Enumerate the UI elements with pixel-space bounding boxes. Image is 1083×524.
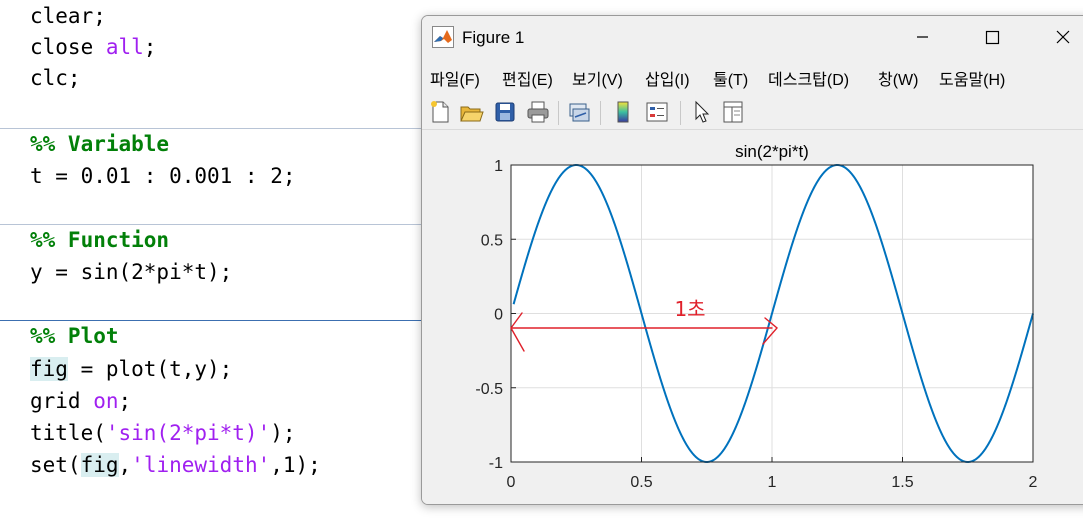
y-assignment: y = sin(2*pi*t);: [30, 260, 233, 284]
figure-titlebar[interactable]: Figure 1: [422, 16, 1083, 60]
fig-variable-highlight: fig: [30, 357, 68, 381]
y-tick-label: 0: [494, 307, 503, 324]
link-plot-icon: [569, 103, 590, 122]
toolbar-separator: [558, 101, 559, 125]
menu-view[interactable]: 보기(V): [572, 66, 623, 90]
section-header-function: %% Function: [30, 228, 170, 252]
set-call: set(: [30, 453, 81, 477]
maximize-icon: [985, 30, 1000, 45]
section-header-variable: %% Variable: [30, 132, 170, 156]
clear-statement: clear;: [30, 4, 106, 28]
menu-tools[interactable]: 툴(T): [713, 66, 748, 90]
sine-plot-svg[interactable]: sin(2*pi*t) 0 0.5 1 1.5 2 1 0.5 0 -0.5 -1 1초: [422, 130, 1083, 504]
close-icon: [1056, 30, 1070, 44]
figure-window[interactable]: Figure 1 파일(F) 편집(E) 보기(V) 삽입(I) 툴(T) 데스…: [421, 15, 1083, 505]
title-close: );: [270, 421, 296, 445]
print-button[interactable]: [525, 99, 551, 125]
open-file-icon: [460, 106, 484, 122]
set-comma: ,: [118, 453, 132, 477]
code-line-section-variable[interactable]: %% Variable: [30, 129, 169, 159]
minimize-icon: [917, 36, 928, 38]
chart-title: sin(2*pi*t): [735, 142, 809, 161]
minimize-button[interactable]: [902, 22, 942, 52]
linewidth-string-arg: 'linewidth': [131, 453, 271, 477]
menu-window[interactable]: 창(W): [878, 66, 918, 90]
x-tick-label: 2: [1029, 474, 1038, 491]
close-statement: close: [30, 35, 106, 59]
legend-button[interactable]: [644, 99, 670, 125]
x-tick-labels: 0 0.5 1 1.5 2: [507, 474, 1038, 491]
code-line-set[interactable]: set(fig,'linewidth',1);: [30, 450, 321, 480]
matlab-logo-icon: [432, 26, 454, 48]
code-line-close[interactable]: close all;: [30, 32, 156, 62]
save-button[interactable]: [492, 99, 518, 125]
x-tick-label: 1: [768, 474, 777, 491]
grid-call: grid: [30, 389, 94, 413]
period-annotation-label: 1초: [674, 297, 705, 321]
figure-toolbar: [422, 95, 1083, 130]
pointer-icon: [695, 100, 710, 123]
code-line-section-function[interactable]: %% Function: [30, 225, 169, 255]
y-tick-label: 1: [494, 158, 503, 175]
code-line-clc[interactable]: clc;: [30, 63, 81, 93]
set-close: ,1);: [270, 453, 321, 477]
property-editor-button[interactable]: [720, 99, 746, 125]
menu-help[interactable]: 도움말(H): [939, 66, 1005, 90]
code-line-title[interactable]: title('sin(2*pi*t)');: [30, 418, 296, 448]
x-tick-label: 1.5: [891, 474, 913, 491]
y-tick-labels: 1 0.5 0 -0.5 -1: [475, 158, 503, 472]
menu-file[interactable]: 파일(F): [430, 66, 480, 90]
menu-insert[interactable]: 삽입(I): [645, 66, 690, 90]
new-figure-icon: [431, 101, 449, 123]
code-line-clear[interactable]: clear;: [30, 1, 106, 31]
grid-keyword-arg: on: [93, 389, 119, 413]
code-line-fig-plot[interactable]: fig = plot(t,y);: [30, 354, 232, 384]
plot-call: = plot(t,y);: [67, 357, 233, 381]
code-line-y-assign[interactable]: y = sin(2*pi*t);: [30, 257, 232, 287]
figure-menubar: 파일(F) 편집(E) 보기(V) 삽입(I) 툴(T) 데스크탑(D) 창(W…: [422, 63, 1083, 91]
maximize-button[interactable]: [972, 22, 1012, 52]
legend-icon: [646, 102, 668, 122]
x-tick-label: 0: [507, 474, 516, 491]
section-header-plot: %% Plot: [30, 324, 119, 348]
colorbar-icon: [617, 101, 629, 123]
toolbar-separator: [680, 101, 681, 125]
save-icon: [495, 102, 515, 122]
title-string-arg: 'sin(2*pi*t)': [105, 421, 271, 445]
code-line-grid[interactable]: grid on;: [30, 386, 131, 416]
y-tick-label: -1: [489, 455, 503, 472]
property-editor-icon: [723, 101, 743, 123]
print-icon: [527, 101, 549, 123]
x-tick-label: 0.5: [630, 474, 652, 491]
y-tick-label: -0.5: [475, 381, 503, 398]
y-tick-label: 0.5: [481, 232, 503, 249]
link-plot-button[interactable]: [566, 99, 592, 125]
close-button[interactable]: [1043, 22, 1083, 52]
figure-window-title: Figure 1: [462, 28, 525, 47]
menu-desktop[interactable]: 데스크탑(D): [768, 66, 849, 90]
colorbar-button[interactable]: [610, 99, 636, 125]
title-call: title(: [30, 421, 106, 445]
fig-variable-highlight: fig: [80, 453, 119, 477]
pointer-button[interactable]: [688, 99, 714, 125]
code-line-section-plot[interactable]: %% Plot: [30, 321, 119, 351]
t-assignment: t = 0.01 : 0.001 : 2;: [30, 164, 296, 188]
close-keyword-arg: all: [105, 35, 144, 59]
open-file-button[interactable]: [458, 99, 484, 125]
new-figure-button[interactable]: [427, 99, 453, 125]
plot-area[interactable]: sin(2*pi*t) 0 0.5 1 1.5 2 1 0.5 0 -0.5 -1 1초: [422, 130, 1083, 504]
code-line-t-assign[interactable]: t = 0.01 : 0.001 : 2;: [30, 161, 296, 191]
grid-semicolon: ;: [118, 389, 132, 413]
clc-statement: clc;: [30, 66, 81, 90]
toolbar-separator: [600, 101, 601, 125]
menu-edit[interactable]: 편집(E): [502, 66, 553, 90]
close-semicolon: ;: [143, 35, 157, 59]
